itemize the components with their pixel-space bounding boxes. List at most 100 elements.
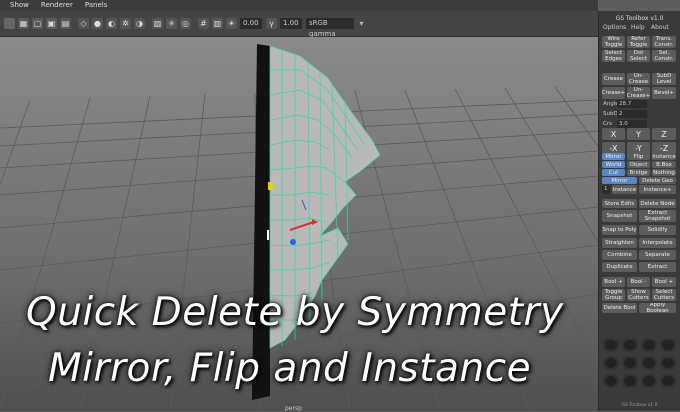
preset-slot[interactable]: [641, 338, 657, 352]
instance-mode-button[interactable]: Instance: [652, 153, 676, 160]
camera-icon[interactable]: [4, 18, 15, 29]
object-space-button[interactable]: Object: [627, 161, 650, 168]
crease-plus-button[interactable]: Crease+: [602, 87, 625, 99]
store-edits-button[interactable]: Store Edits: [602, 199, 637, 208]
grid-toggle-icon[interactable]: #: [198, 18, 209, 29]
crs-field[interactable]: 3.0: [617, 120, 647, 128]
grid-icon[interactable]: ▦: [18, 18, 29, 29]
instance-plus-button[interactable]: Instance+: [639, 185, 676, 194]
lights-icon[interactable]: ✲: [120, 18, 131, 29]
chevron-down-icon[interactable]: ▾: [356, 18, 367, 29]
tab-help[interactable]: Help: [631, 24, 645, 31]
bool-plus-button[interactable]: Bool +: [652, 277, 676, 287]
axis-x-button[interactable]: X: [602, 128, 625, 140]
mirror-mode-button[interactable]: Mirror: [602, 153, 625, 160]
bridge-button[interactable]: Bridge: [627, 169, 650, 176]
straighten-button[interactable]: Straighten: [602, 238, 637, 248]
textured-icon[interactable]: ◐: [106, 18, 117, 29]
gamma-icon[interactable]: γ: [266, 18, 277, 29]
select-edges-button[interactable]: Select Edges: [602, 50, 625, 62]
un-crease-plus-button[interactable]: Un-Crease+: [627, 87, 650, 99]
subd-level-button[interactable]: SubD Level: [652, 73, 676, 85]
exposure-field[interactable]: 0.00: [240, 18, 262, 29]
tab-options[interactable]: Options: [603, 24, 626, 31]
smooth-shade-icon[interactable]: ●: [92, 18, 103, 29]
angle-field[interactable]: 28.7: [617, 100, 647, 108]
menu-show[interactable]: Show: [10, 0, 29, 11]
image-plane-icon[interactable]: ▣: [46, 18, 57, 29]
xray-icon[interactable]: ▨: [152, 18, 163, 29]
menu-bar: Show Renderer Panels: [0, 0, 598, 11]
preset-slot[interactable]: [660, 338, 676, 352]
extract-button[interactable]: Extract: [639, 262, 676, 272]
caption-line-2: Mirror, Flip and Instance: [48, 346, 532, 391]
preset-slot[interactable]: [603, 338, 619, 352]
preset-slot[interactable]: [641, 374, 657, 388]
axis-z-button[interactable]: Z: [652, 128, 676, 140]
show-cutters-button[interactable]: Show Cutters: [627, 289, 650, 301]
sel-constr-button[interactable]: Sel. Constr.: [652, 50, 676, 62]
instance-button[interactable]: Instance: [612, 185, 637, 194]
nothing-button[interactable]: Nothing: [652, 169, 676, 176]
duplicate-button[interactable]: Duplicate: [602, 262, 637, 272]
hud-icon[interactable]: ▥: [212, 18, 223, 29]
crs-label: Crs: [603, 121, 612, 127]
bbox-space-button[interactable]: B.Box: [652, 161, 676, 168]
preset-slot[interactable]: [641, 356, 657, 370]
separate-button[interactable]: Separate: [639, 250, 676, 260]
toggle-group-button[interactable]: Toggle Group: [602, 289, 625, 301]
menu-panels[interactable]: Panels: [85, 0, 108, 11]
snapshot-button[interactable]: Snapshot: [602, 210, 637, 222]
gs-toolbox-panel: GS Toolbox v1.0 Options Help About Wire …: [598, 11, 680, 411]
colorspace-select[interactable]: sRGB gamma: [306, 18, 354, 38]
preset-slot[interactable]: [622, 374, 638, 388]
solidify-button[interactable]: Solidify: [639, 225, 676, 235]
subd-field[interactable]: 2: [617, 110, 647, 118]
preset-slot[interactable]: [660, 374, 676, 388]
preset-slot[interactable]: [660, 356, 676, 370]
joints-xray-icon[interactable]: ✳: [166, 18, 177, 29]
delete-geo-button[interactable]: Delete Geo: [639, 177, 676, 184]
exposure-icon[interactable]: ☀: [226, 18, 237, 29]
un-crease-button[interactable]: Un-Crease: [627, 73, 650, 85]
preset-slot[interactable]: [622, 356, 638, 370]
world-space-button[interactable]: World: [602, 161, 625, 168]
bool-add-button[interactable]: Bool +: [602, 277, 625, 287]
dot-select-button[interactable]: Dot Select: [627, 50, 650, 62]
caption-line-1: Quick Delete by Symmetry: [26, 290, 564, 335]
bool-subtract-button[interactable]: Bool -: [627, 277, 650, 287]
combine-button[interactable]: Combine: [602, 250, 637, 260]
apply-boolean-button[interactable]: Apply Boolean: [639, 303, 676, 313]
refer-toggle-button[interactable]: Refer Toggle: [627, 36, 650, 48]
toolbox-footer: GS Toolbox v1.0: [621, 403, 658, 408]
delete-bool-button[interactable]: Delete Bool: [602, 303, 637, 313]
bevel-plus-button[interactable]: Bevel+: [652, 87, 676, 99]
axis-y-button[interactable]: Y: [627, 128, 650, 140]
mirror-apply-button[interactable]: Mirror: [602, 177, 637, 184]
subd-label: SubD: [603, 111, 618, 117]
extract-snapshot-button[interactable]: Extract Snapshot: [639, 210, 676, 222]
preset-slot[interactable]: [622, 338, 638, 352]
trans-constr-button[interactable]: Trans. Constr.: [652, 36, 676, 48]
instance-count-field[interactable]: 1: [602, 185, 610, 194]
viewport-toolbar: ▦ ▢ ▣ ▤ ◇ ● ◐ ✲ ◑ ▨ ✳ ◎ # ▥ ☀ 0.00 γ 1.0…: [0, 11, 598, 38]
shadows-icon[interactable]: ◑: [134, 18, 145, 29]
cut-button[interactable]: Cut: [602, 169, 625, 176]
flip-mode-button[interactable]: Flip: [627, 153, 650, 160]
wireframe-icon[interactable]: ◇: [78, 18, 89, 29]
toolbox-title: GS Toolbox v1.0: [615, 15, 664, 22]
frame-icon[interactable]: ▢: [32, 18, 43, 29]
preset-slot[interactable]: [603, 374, 619, 388]
isolate-icon[interactable]: ◎: [180, 18, 191, 29]
wire-toggle-button[interactable]: Wire Toggle: [602, 36, 625, 48]
preset-slot[interactable]: [603, 356, 619, 370]
tab-about[interactable]: About: [651, 24, 669, 31]
snap-to-poly-button[interactable]: Snap to Poly: [602, 225, 637, 235]
resolution-gate-icon[interactable]: ▤: [60, 18, 71, 29]
select-cutters-button[interactable]: Select Cutters: [652, 289, 676, 301]
crease-button[interactable]: Crease: [602, 73, 625, 85]
menu-renderer[interactable]: Renderer: [41, 0, 73, 11]
interpolate-button[interactable]: Interpolate: [639, 238, 676, 248]
gamma-field[interactable]: 1.00: [280, 18, 302, 29]
delete-node-button[interactable]: Delete Node: [639, 199, 676, 208]
